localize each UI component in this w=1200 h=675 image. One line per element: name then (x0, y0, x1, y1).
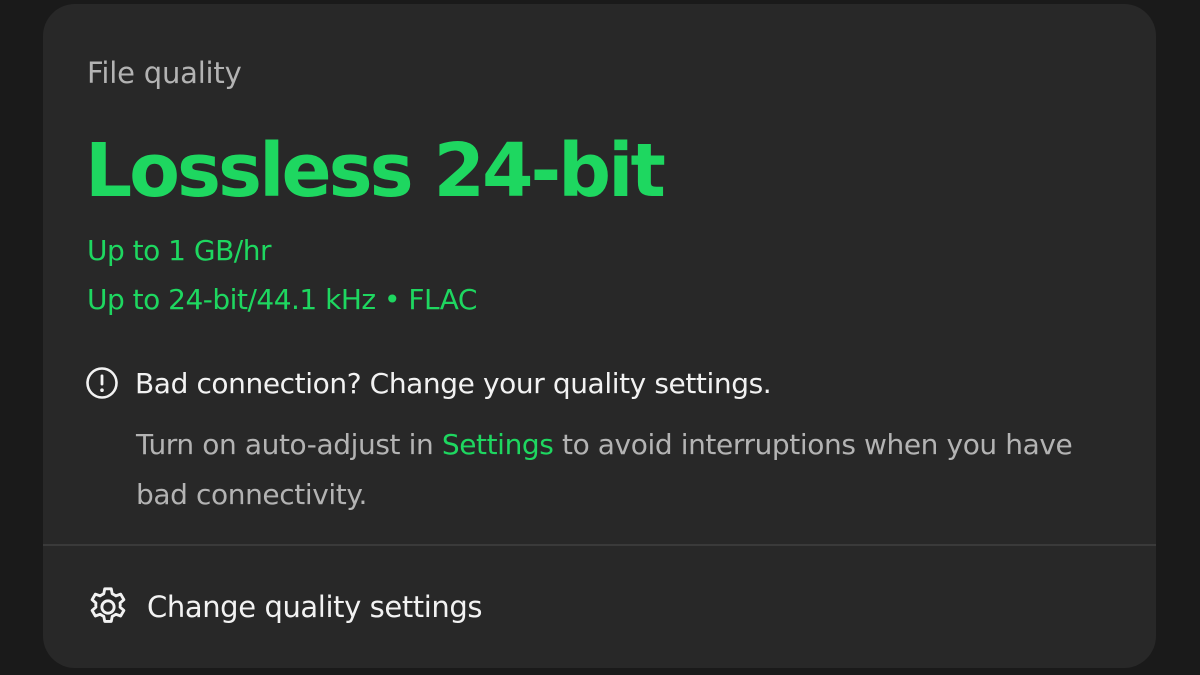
warning-body-text: Turn on auto-adjust in (136, 428, 442, 461)
warning-body: Turn on auto-adjust in Settings to avoid… (136, 420, 1096, 520)
gear-icon (85, 584, 131, 630)
bandwidth-spec: Up to 1 GB/hr (87, 234, 272, 267)
quality-title: Lossless 24-bit (85, 128, 666, 214)
divider (43, 544, 1156, 546)
file-quality-card: File quality Lossless 24-bit Up to 1 GB/… (43, 4, 1156, 668)
change-quality-settings-label: Change quality settings (147, 590, 483, 624)
exclamation-circle-icon (85, 366, 119, 400)
connection-warning: Bad connection? Change your quality sett… (85, 366, 772, 400)
format-spec: Up to 24-bit/44.1 kHz • FLAC (87, 283, 477, 316)
warning-title: Bad connection? Change your quality sett… (135, 366, 772, 400)
file-quality-label: File quality (87, 56, 242, 90)
change-quality-settings-button[interactable]: Change quality settings (85, 584, 483, 630)
settings-link[interactable]: Settings (442, 428, 554, 461)
